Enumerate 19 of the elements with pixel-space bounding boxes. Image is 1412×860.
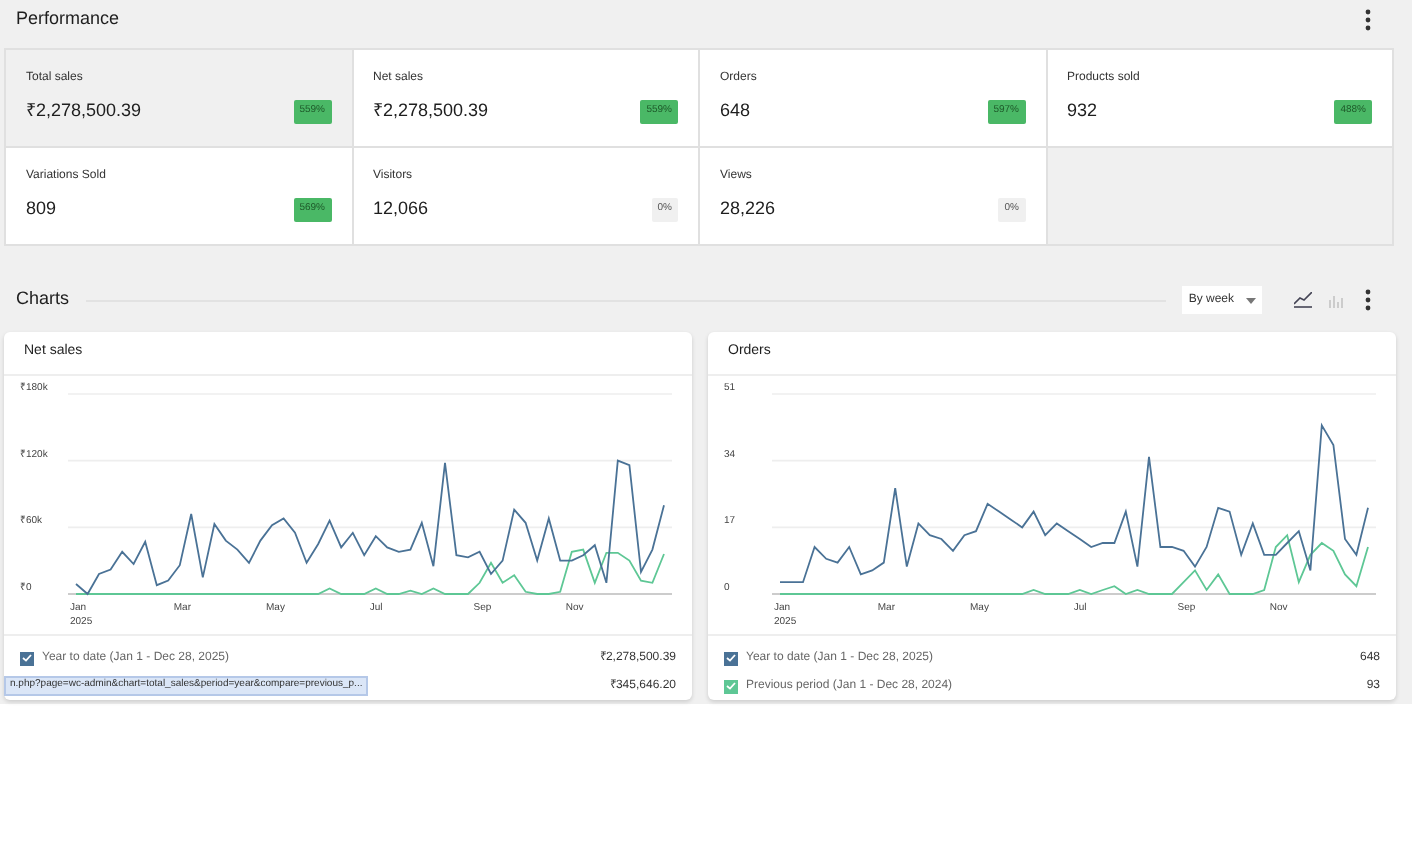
line-chart-icon[interactable] [1294, 292, 1312, 308]
check-icon [726, 654, 736, 662]
section-title: Charts [16, 286, 70, 313]
legend-checkbox[interactable] [20, 651, 34, 665]
metric-value: ₹2,278,500.39 [373, 98, 489, 124]
section-title: Performance [16, 6, 120, 33]
more-options-icon[interactable] [1364, 288, 1372, 312]
metric-value: 809 [26, 196, 57, 222]
caret-icon [1246, 297, 1256, 303]
metric-value: 932 [1067, 98, 1098, 124]
check-icon [22, 654, 32, 662]
metric-value: 12,066 [373, 196, 429, 222]
check-icon [726, 682, 736, 690]
metric-value: 28,226 [720, 196, 776, 222]
metric-value: 648 [720, 98, 751, 124]
metric-value: ₹2,278,500.39 [26, 98, 142, 124]
legend-checkbox[interactable] [724, 651, 738, 665]
more-options-icon[interactable] [1364, 8, 1372, 32]
legend-checkbox[interactable] [724, 679, 738, 693]
